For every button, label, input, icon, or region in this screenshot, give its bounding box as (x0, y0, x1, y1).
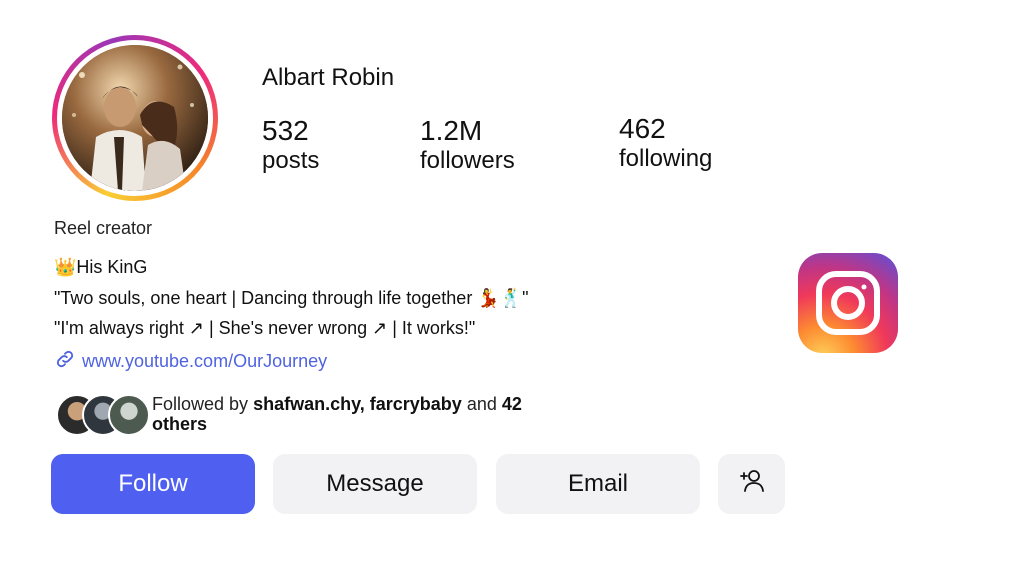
followed-by-and: and (466, 394, 497, 414)
following-count: 462 (619, 113, 666, 144)
add-user-button[interactable] (718, 454, 785, 514)
followed-by-prefix: Followed by (152, 394, 249, 414)
profile-avatar (62, 45, 208, 191)
bio-line-1: 👑His KinG (54, 257, 148, 277)
followers-count: 1.2M (420, 115, 483, 146)
avatar-photo-illustration (62, 45, 208, 191)
bio-line-3: "I'm always right ↗ | She's never wrong … (54, 318, 476, 338)
profile-name: Albart Robin (262, 64, 395, 91)
posts-label: posts (262, 147, 320, 174)
follow-button[interactable]: Follow (51, 454, 255, 514)
bio-line-2: "Two souls, one heart | Dancing through … (54, 288, 529, 308)
profile-link[interactable]: www.youtube.com/OurJourney (54, 348, 327, 375)
instagram-logo (798, 253, 898, 353)
profile-category: Reel creator (54, 218, 153, 238)
followed-by-row[interactable]: Followed by shafwan.chy, farcrybaby and … (56, 394, 572, 436)
followers-label: followers (420, 147, 515, 174)
followed-by-users[interactable]: shafwan.chy, farcrybaby (253, 394, 462, 414)
posts-count: 532 (262, 115, 309, 146)
message-button[interactable]: Message (273, 454, 477, 514)
profile-link-text[interactable]: www.youtube.com/OurJourney (82, 351, 327, 372)
mutual-followers-avatars (56, 394, 150, 436)
mutual-avatar (108, 394, 150, 436)
following-stat[interactable]: 462 following (619, 113, 712, 173)
followers-stat[interactable]: 1.2M followers (420, 115, 515, 175)
email-button[interactable]: Email (496, 454, 700, 514)
avatar-frame (57, 40, 213, 196)
followed-by-text: Followed by shafwan.chy, farcrybaby and … (152, 394, 572, 434)
posts-stat[interactable]: 532 posts (262, 115, 319, 175)
add-user-icon (738, 467, 766, 502)
following-label: following (619, 145, 713, 172)
profile-avatar-ring[interactable] (52, 35, 218, 201)
link-icon (54, 348, 76, 375)
